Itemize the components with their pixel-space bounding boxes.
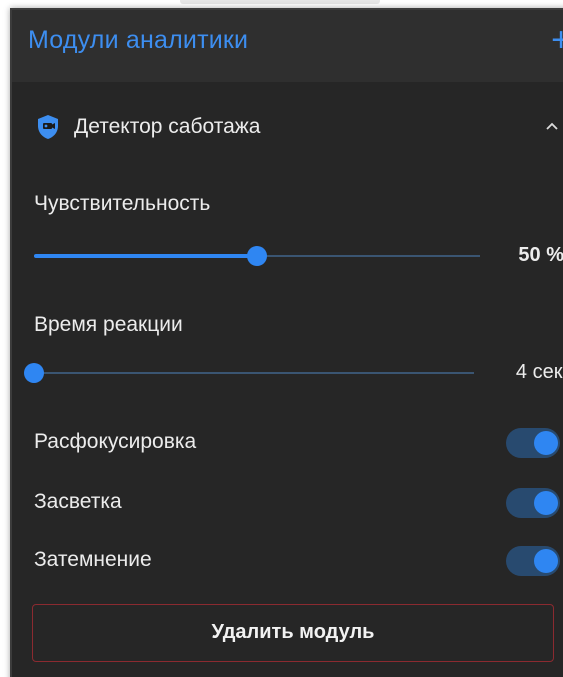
slider-thumb[interactable]	[247, 246, 267, 266]
reaction-time-slider[interactable]	[24, 363, 474, 383]
flare-toggle[interactable]	[506, 488, 560, 518]
defocus-label: Расфокусировка	[34, 430, 197, 453]
add-module-button[interactable]: +	[546, 22, 563, 58]
top-strip	[0, 0, 563, 8]
slider-thumb[interactable]	[24, 363, 44, 383]
defocus-toggle[interactable]	[506, 428, 560, 458]
darkening-label: Затемнение	[34, 548, 152, 571]
slider-track	[34, 372, 474, 374]
sensitivity-value: 50 %	[518, 244, 563, 266]
toggle-knob	[534, 549, 558, 573]
panel-header: Модули аналитики +	[12, 10, 563, 82]
sensitivity-slider[interactable]	[34, 246, 480, 266]
window: Модули аналитики + Детектор саботажа Чув…	[0, 0, 563, 677]
analytics-panel: Модули аналитики + Детектор саботажа Чув…	[10, 8, 563, 677]
chevron-up-icon[interactable]	[544, 120, 560, 132]
slider-fill	[34, 254, 257, 258]
toggle-knob	[534, 431, 558, 455]
module-title: Детектор саботажа	[74, 115, 261, 138]
tab-notch	[180, 0, 380, 4]
panel-title: Модули аналитики	[28, 26, 249, 54]
darkening-toggle[interactable]	[506, 546, 560, 576]
flare-label: Засветка	[34, 490, 122, 513]
module-header[interactable]: Детектор саботажа	[12, 90, 563, 160]
reaction-time-label: Время реакции	[34, 313, 183, 336]
shield-camera-icon	[38, 115, 58, 139]
sensitivity-label: Чувствительность	[34, 192, 211, 215]
delete-module-button[interactable]: Удалить модуль	[32, 604, 554, 662]
reaction-time-value: 4 сек.	[515, 361, 563, 383]
toggle-knob	[534, 491, 558, 515]
